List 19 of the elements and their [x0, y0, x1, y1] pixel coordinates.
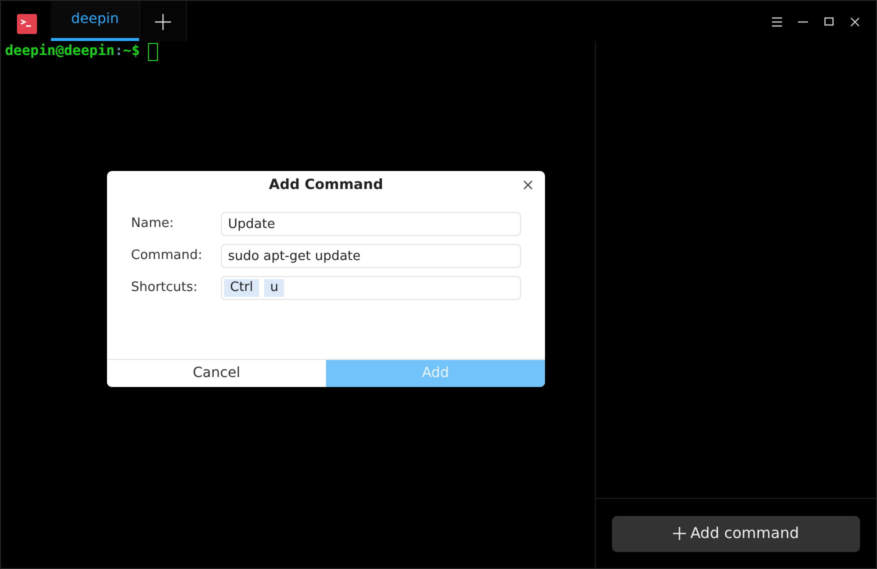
key-label: Ctrl — [224, 279, 260, 297]
add-command-button[interactable]: Add command — [612, 516, 860, 552]
prompt-text: ~$ — [123, 42, 140, 61]
key-label: u — [264, 279, 284, 297]
dialog-title: Add Command — [268, 176, 384, 194]
cancel-button[interactable]: Cancel — [107, 359, 326, 387]
tab[interactable]: deepin — [51, 1, 139, 41]
field-label: Command: — [131, 247, 204, 266]
field-label: Shortcuts: — [131, 279, 199, 298]
shortcut-field[interactable]: Ctrl u — [221, 276, 521, 300]
close-icon[interactable] — [521, 178, 535, 192]
prompt-text: : — [114, 42, 124, 61]
field-label: Name: — [131, 215, 175, 234]
text-cursor — [148, 42, 158, 60]
app-icon — [17, 11, 37, 31]
input-field[interactable]: Update — [221, 212, 521, 236]
plus-icon — [673, 527, 686, 540]
prompt-text: deepin@deepin — [5, 42, 115, 61]
input-field[interactable]: sudo apt-get update — [221, 244, 521, 268]
